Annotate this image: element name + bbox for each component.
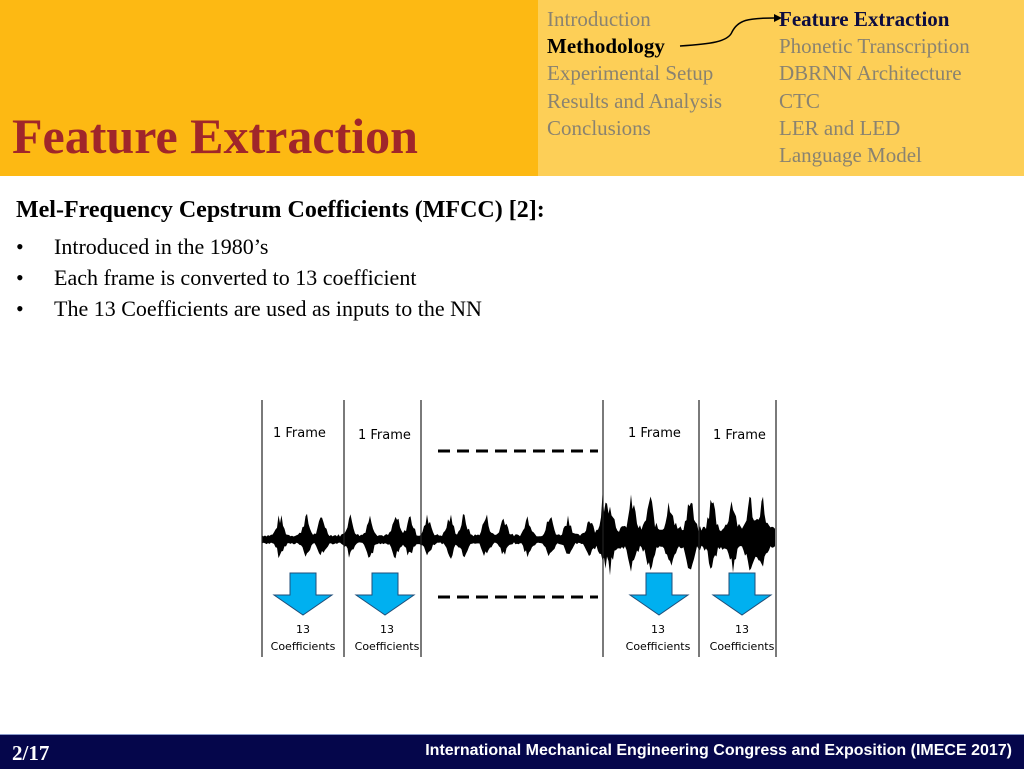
coefficient-count: 13 — [735, 623, 749, 636]
bullet-item: • The 13 Coefficients are used as inputs … — [16, 293, 482, 324]
frame-label: 1 Frame — [273, 426, 326, 441]
down-arrow-icon — [628, 572, 690, 616]
footer-bar: 2/17 International Mechanical Engineerin… — [0, 734, 1024, 769]
coefficient-count: 13 — [651, 623, 665, 636]
coefficients-label: 13 Coefficients — [347, 621, 427, 655]
bullet-list: • Introduced in the 1980’s • Each frame is… — [16, 231, 482, 324]
coefficient-text: Coefficients — [709, 640, 775, 653]
coefficient-text: Coefficients — [354, 640, 420, 653]
bullet-text: The 13 Coefficients are used as inputs t… — [54, 296, 482, 321]
mfcc-framing-diagram: 1 Frame 1 Frame 1 Frame 1 Frame 13 Coeff… — [250, 395, 790, 665]
coefficient-text: Coefficients — [270, 640, 336, 653]
bullet-item: • Each frame is converted to 13 coefficie… — [16, 262, 482, 293]
conference-name: International Mechanical Engineering Con… — [425, 742, 1012, 759]
nav-sub-feature-extraction[interactable]: Feature Extraction — [779, 6, 970, 33]
subsection-nav: Feature Extraction Phonetic Transcriptio… — [779, 6, 970, 169]
coefficients-label: 13 Coefficients — [263, 621, 343, 655]
page-number: 2/17 — [12, 741, 50, 765]
nav-sub-language-model[interactable]: Language Model — [779, 142, 970, 169]
coefficients-label: 13 Coefficients — [618, 621, 698, 655]
coefficients-label: 13 Coefficients — [702, 621, 782, 655]
coefficient-text: Coefficients — [625, 640, 691, 653]
frame-label: 1 Frame — [628, 426, 681, 441]
bullet-icon: • — [16, 265, 24, 290]
waveform-shape — [262, 494, 775, 576]
audio-waveform — [262, 494, 775, 576]
nav-sub-ctc[interactable]: CTC — [779, 88, 970, 115]
nav-connector-arrow-icon — [679, 14, 782, 47]
bullet-text: Each frame is converted to 13 coefficien… — [54, 265, 417, 290]
content-heading: Mel-Frequency Cepstrum Coefficients (MFC… — [16, 197, 545, 223]
down-arrow-icon — [354, 572, 416, 616]
slide-title: Feature Extraction — [12, 108, 418, 164]
nav-sub-ler-led[interactable]: LER and LED — [779, 115, 970, 142]
frame-label: 1 Frame — [713, 428, 766, 443]
nav-section-results[interactable]: Results and Analysis — [547, 88, 722, 115]
bullet-item: • Introduced in the 1980’s — [16, 231, 482, 262]
nav-sub-dbrnn[interactable]: DBRNN Architecture — [779, 60, 970, 87]
nav-section-conclusions[interactable]: Conclusions — [547, 115, 722, 142]
coefficient-count: 13 — [296, 623, 310, 636]
nav-sub-phonetic-transcription[interactable]: Phonetic Transcription — [779, 33, 970, 60]
nav-section-experimental-setup[interactable]: Experimental Setup — [547, 60, 722, 87]
coefficient-count: 13 — [380, 623, 394, 636]
bullet-icon: • — [16, 296, 24, 321]
down-arrow-icon — [711, 572, 773, 616]
bullet-text: Introduced in the 1980’s — [54, 234, 269, 259]
down-arrow-icon — [272, 572, 334, 616]
frame-label: 1 Frame — [358, 428, 411, 443]
bullet-icon: • — [16, 234, 24, 259]
